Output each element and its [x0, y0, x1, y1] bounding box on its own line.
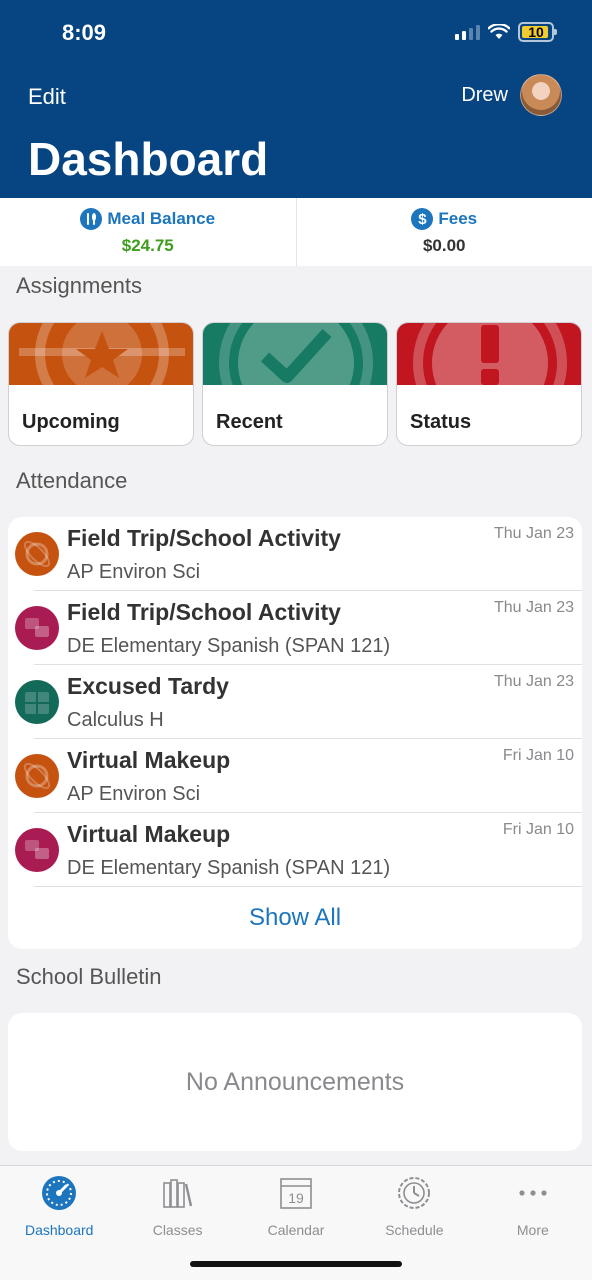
attendance-title: Virtual Makeup — [67, 821, 231, 847]
attendance-title: Field Trip/School Activity — [67, 599, 341, 625]
list-item[interactable]: Virtual Makeup AP Environ Sci Fri Jan 10 — [8, 739, 582, 813]
tab-label: Dashboard — [24, 1222, 94, 1238]
language-icon — [15, 606, 59, 650]
assignments-section-title: Assignments — [16, 273, 142, 298]
attendance-course: DE Elementary Spanish (SPAN 121) — [67, 635, 391, 657]
header: 8:09 10 Edit Drew Dashboard — [0, 0, 592, 198]
gauge-icon — [40, 1174, 78, 1212]
recent-card[interactable]: Recent — [202, 322, 388, 446]
attendance-date: Thu Jan 23 — [493, 599, 574, 616]
calendar-day: 19 — [288, 1190, 304, 1206]
meal-balance-label: Meal Balance — [107, 209, 216, 228]
attendance-date: Fri Jan 10 — [502, 747, 574, 764]
list-item[interactable]: Virtual Makeup DE Elementary Spanish (SP… — [8, 813, 582, 887]
wifi-icon — [488, 24, 510, 39]
battery-level: 10 — [528, 24, 544, 40]
attendance-title: Virtual Makeup — [67, 747, 231, 773]
upcoming-label: Upcoming — [22, 411, 120, 433]
tab-label: Schedule — [385, 1222, 444, 1238]
status-time: 8:09 — [62, 20, 107, 45]
books-icon — [159, 1174, 197, 1212]
attendance-date: Fri Jan 10 — [502, 821, 574, 838]
recent-label: Recent — [216, 411, 283, 433]
exclamation-icon — [397, 323, 581, 385]
tab-dashboard[interactable]: Dashboard — [0, 1166, 118, 1280]
science-icon — [15, 754, 59, 798]
bulletin-panel: No Announcements — [8, 1013, 582, 1151]
clock-icon — [395, 1174, 433, 1212]
meal-balance-button[interactable]: Meal Balance $24.75 — [0, 198, 296, 266]
tab-more[interactable]: More — [474, 1166, 592, 1280]
fees-value: $0.00 — [422, 236, 466, 255]
calculator-icon — [15, 680, 59, 724]
attendance-date: Thu Jan 23 — [493, 525, 574, 542]
show-all-button[interactable]: Show All — [8, 887, 582, 949]
tab-label: Calendar — [267, 1222, 325, 1238]
balances-bar: Meal Balance $24.75 $ Fees $0.00 — [0, 198, 592, 266]
page-title: Dashboard — [28, 133, 269, 185]
edit-button[interactable]: Edit — [28, 84, 66, 110]
no-announcements-text: No Announcements — [185, 1067, 405, 1096]
attendance-course: AP Environ Sci — [67, 783, 201, 805]
check-icon — [203, 323, 387, 385]
fork-knife-icon — [80, 208, 103, 230]
upcoming-card[interactable]: Upcoming — [8, 322, 194, 446]
status-icons: 10 — [455, 22, 557, 42]
tab-label: More — [516, 1222, 549, 1238]
attendance-course: DE Elementary Spanish (SPAN 121) — [67, 857, 391, 879]
status-label: Status — [410, 411, 472, 433]
dollar-icon: $ — [411, 208, 434, 230]
battery-icon: 10 — [518, 22, 557, 42]
avatar — [520, 74, 562, 116]
list-item[interactable]: Excused Tardy Calculus H Thu Jan 23 — [8, 665, 582, 739]
status-card[interactable]: Status — [396, 322, 582, 446]
attendance-date: Thu Jan 23 — [493, 673, 574, 690]
list-item[interactable]: Field Trip/School Activity DE Elementary… — [8, 591, 582, 665]
science-icon — [15, 532, 59, 576]
calendar-icon: 19 — [277, 1174, 315, 1212]
tab-label: Classes — [152, 1222, 203, 1238]
language-icon — [15, 828, 59, 872]
attendance-course: AP Environ Sci — [67, 561, 201, 583]
attendance-course: Calculus H — [67, 709, 164, 731]
star-icon — [9, 323, 193, 385]
fees-label: Fees — [438, 209, 478, 228]
home-indicator — [190, 1261, 402, 1267]
more-dots-icon — [514, 1174, 552, 1212]
attendance-list: Field Trip/School Activity AP Environ Sc… — [8, 517, 582, 949]
attendance-title: Excused Tardy — [67, 673, 229, 699]
meal-balance-value: $24.75 — [121, 236, 174, 255]
assignment-cards: Upcoming Recent Status — [8, 322, 584, 446]
attendance-title: Field Trip/School Activity — [67, 525, 341, 551]
attendance-section-title: Attendance — [16, 468, 128, 493]
user-name: Drew — [461, 83, 508, 106]
user-profile-button[interactable]: Drew — [461, 74, 562, 116]
bulletin-section-title: School Bulletin — [16, 964, 162, 989]
fees-button[interactable]: $ Fees $0.00 — [295, 198, 592, 266]
list-item[interactable]: Field Trip/School Activity AP Environ Sc… — [8, 517, 582, 591]
cellular-signal-icon — [455, 24, 480, 40]
